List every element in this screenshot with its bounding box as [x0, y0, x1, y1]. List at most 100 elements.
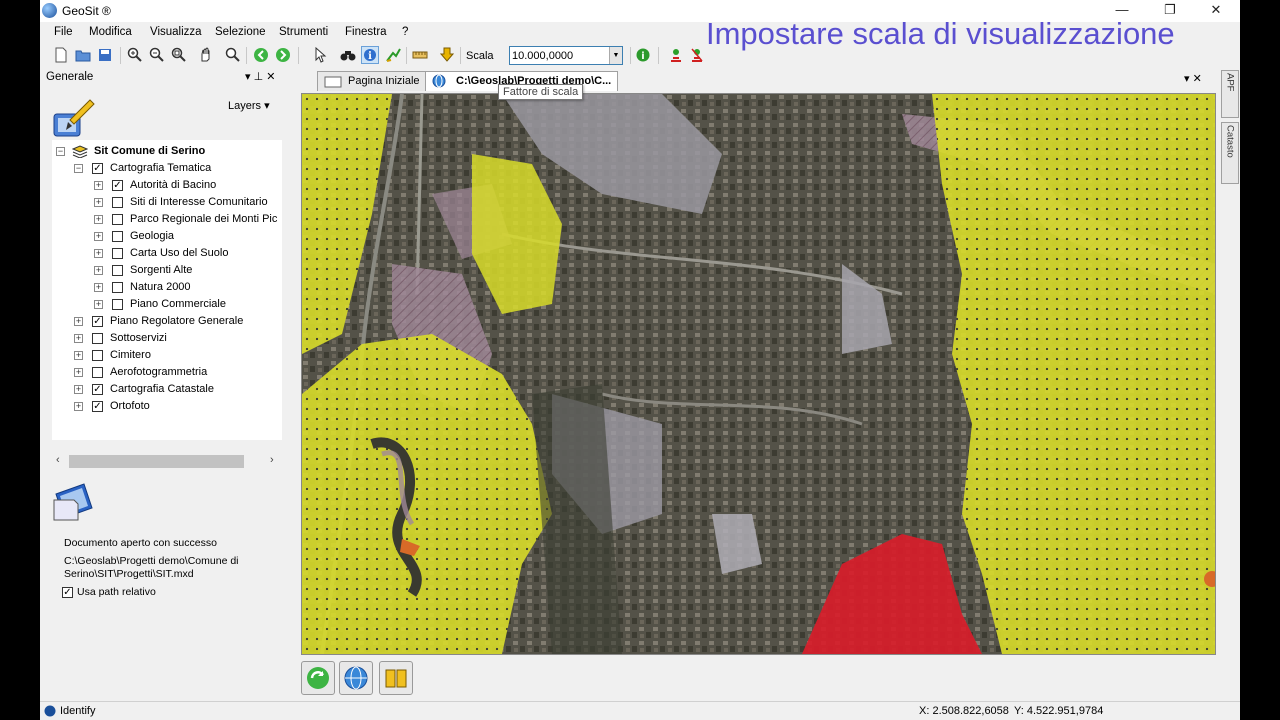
status-bar: Identify X: 2.508.822,6058 Y: 4.522.951,…	[40, 701, 1240, 720]
scale-input[interactable]	[512, 48, 608, 63]
map-bottom-bar	[301, 657, 1216, 699]
tree-node-label: Natura 2000	[130, 281, 191, 293]
layer-checkbox[interactable]	[112, 231, 123, 242]
layer-checkbox[interactable]	[112, 282, 123, 293]
layer-checkbox[interactable]	[92, 333, 103, 344]
ruler-icon[interactable]	[411, 46, 429, 64]
window-title: GeoSit ®	[62, 4, 111, 18]
layer-checkbox[interactable]: ✓	[92, 384, 103, 395]
layers-dropdown-button[interactable]: Layers ▾	[228, 99, 283, 117]
tree-node-label: Ortofoto	[110, 400, 150, 412]
chevron-down-icon[interactable]: ▼	[609, 47, 622, 64]
menu-finestra[interactable]: Finestra	[345, 26, 387, 38]
menu-strumenti[interactable]: Strumenti	[279, 26, 328, 38]
status-tool: Identify	[60, 705, 96, 717]
new-document-icon[interactable]	[52, 46, 70, 64]
find-binoculars-icon[interactable]	[339, 46, 357, 64]
gps-icon[interactable]	[667, 46, 685, 64]
map-refresh-icon[interactable]	[301, 661, 335, 695]
expand-icon[interactable]: +	[94, 181, 103, 190]
tree-node-label: Cimitero	[110, 349, 151, 361]
layer-checkbox[interactable]	[92, 350, 103, 361]
globe-icon	[432, 74, 446, 88]
select-pointer-icon[interactable]	[312, 46, 330, 64]
layers-stack-icon	[72, 145, 88, 158]
layer-checkbox[interactable]	[112, 214, 123, 225]
menu-visualizza[interactable]: Visualizza	[150, 26, 202, 38]
tab-pagina-iniziale[interactable]: Pagina Iniziale	[317, 71, 427, 91]
scroll-left-icon[interactable]: ‹	[56, 454, 60, 466]
expand-icon[interactable]: +	[74, 317, 83, 326]
tree-node-label: Siti di Interesse Comunitario	[130, 196, 268, 208]
tree-node-label: Cartografia Tematica	[110, 162, 212, 174]
tree-node-label: Aerofotogrammetria	[110, 366, 208, 378]
expand-icon[interactable]: +	[74, 385, 83, 394]
tree-horizontal-scrollbar[interactable]: ‹ ›	[52, 453, 282, 470]
side-tab-catasto[interactable]: Catasto	[1221, 122, 1239, 184]
layer-checkbox[interactable]: ✓	[92, 316, 103, 327]
layer-checkbox[interactable]	[112, 299, 123, 310]
side-tab-label: Catasto	[1224, 125, 1236, 158]
layer-checkbox[interactable]	[92, 367, 103, 378]
app-globe-icon	[42, 3, 57, 18]
zoom-in-icon[interactable]	[126, 46, 144, 64]
open-folder-icon[interactable]	[74, 46, 92, 64]
expand-icon[interactable]: +	[94, 198, 103, 207]
checkbox[interactable]: ✓	[62, 586, 73, 598]
menu-bar: File Modifica Visualizza Selezione Strum…	[40, 22, 1240, 42]
save-icon[interactable]	[96, 46, 114, 64]
zoom-window-icon[interactable]	[224, 46, 242, 64]
menu-help[interactable]: ?	[402, 26, 408, 38]
expand-icon[interactable]: +	[94, 283, 103, 292]
scroll-right-icon[interactable]: ›	[270, 454, 274, 466]
expand-icon[interactable]: +	[94, 300, 103, 309]
back-icon[interactable]	[252, 46, 270, 64]
expand-icon[interactable]: +	[74, 402, 83, 411]
tree-node-label: Sorgenti Alte	[130, 264, 193, 276]
download-arrow-icon[interactable]	[438, 46, 456, 64]
zoom-extent-icon[interactable]	[170, 46, 188, 64]
book-icon[interactable]	[379, 661, 413, 695]
menu-modifica[interactable]: Modifica	[89, 26, 132, 38]
layer-checkbox[interactable]: ✓	[92, 163, 103, 174]
measure-icon[interactable]	[384, 46, 402, 64]
collapse-icon[interactable]: −	[74, 164, 83, 173]
side-tab-apf[interactable]: APF	[1221, 70, 1239, 118]
panel-controls[interactable]: ▾ ⊥ ✕	[245, 70, 275, 83]
layer-checkbox[interactable]	[112, 197, 123, 208]
close-button[interactable]: ✕	[1194, 0, 1238, 22]
menu-selezione[interactable]: Selezione	[215, 26, 266, 38]
relative-path-checkbox[interactable]: ✓ Usa path relativo	[62, 586, 156, 598]
toolbar: i Scala ▼ i	[40, 43, 1240, 68]
expand-icon[interactable]: +	[74, 351, 83, 360]
collapse-icon[interactable]: −	[56, 147, 65, 156]
layer-checkbox[interactable]	[112, 265, 123, 276]
identify-status-icon	[44, 705, 56, 720]
identify-icon[interactable]: i	[361, 46, 379, 64]
expand-icon[interactable]: +	[74, 368, 83, 377]
scale-combo[interactable]: ▼	[509, 46, 623, 65]
gps-off-icon[interactable]	[688, 46, 706, 64]
map-canvas[interactable]	[302, 94, 1215, 654]
status-y-coordinate: Y: 4.522.951,9784	[1014, 705, 1104, 717]
tree-node-label: Sottoservizi	[110, 332, 167, 344]
document-folder-icon	[53, 483, 93, 521]
expand-icon[interactable]: +	[94, 232, 103, 241]
expand-icon[interactable]: +	[94, 249, 103, 258]
forward-icon[interactable]	[274, 46, 292, 64]
menu-file[interactable]: File	[54, 26, 73, 38]
map-view[interactable]	[301, 93, 1216, 655]
layer-checkbox[interactable]: ✓	[92, 401, 103, 412]
expand-icon[interactable]: +	[74, 334, 83, 343]
expand-icon[interactable]: +	[94, 215, 103, 224]
tab-controls[interactable]: ▾ ✕	[1184, 72, 1202, 85]
pan-hand-icon[interactable]	[197, 46, 215, 64]
globe-icon[interactable]	[339, 661, 373, 695]
tree-node-label: Cartografia Catastale	[110, 383, 214, 395]
layer-checkbox[interactable]	[112, 248, 123, 259]
zoom-out-icon[interactable]	[148, 46, 166, 64]
layer-checkbox[interactable]: ✓	[112, 180, 123, 191]
expand-icon[interactable]: +	[94, 266, 103, 275]
info-icon[interactable]: i	[634, 46, 652, 64]
scroll-thumb[interactable]	[69, 455, 244, 468]
